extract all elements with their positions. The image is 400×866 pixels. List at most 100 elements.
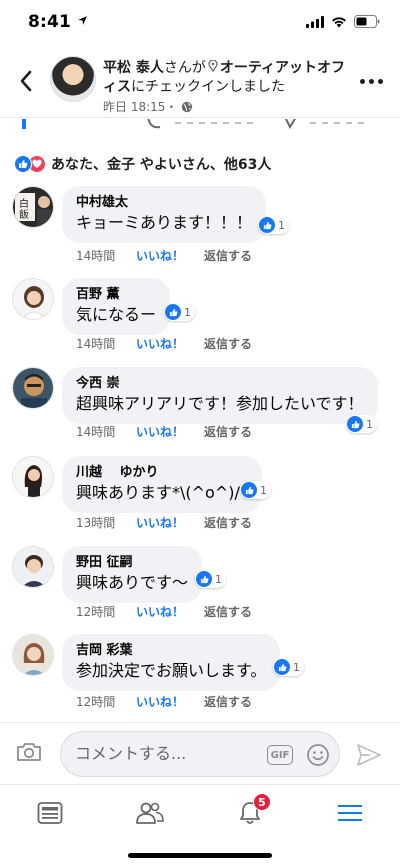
comment-actions: 12時間 いいね！ 返信する: [76, 693, 252, 710]
comment-text: キョーミあります！！！: [76, 213, 253, 232]
like-count: 1: [278, 218, 285, 232]
commenter-avatar[interactable]: [12, 634, 54, 676]
commenter-name[interactable]: 今西 崇: [76, 375, 364, 393]
commenter-avatar[interactable]: 白飯: [12, 186, 54, 228]
camera-button[interactable]: [16, 741, 42, 767]
comment-text: 興味あります*\(^o^)/*: [76, 483, 248, 502]
comment-actions: 12時間 いいね！ 返信する: [76, 603, 252, 620]
nav-news-feed[interactable]: [30, 793, 70, 833]
comment-bubble[interactable]: 中村雄太 キョーミあります！！！: [62, 186, 267, 243]
comment-reply-button[interactable]: 返信する: [204, 603, 252, 620]
commenter-name[interactable]: 吉岡 彩葉: [76, 642, 266, 660]
commenter-avatar[interactable]: [12, 367, 54, 409]
post-title: 平松 泰人さんが オーティアットオフィスにチェックインしました: [103, 59, 353, 97]
comment-like-count[interactable]: 1: [195, 570, 226, 588]
like-icon: [196, 571, 212, 587]
comment-like-count[interactable]: 1: [164, 303, 195, 321]
commenter-avatar[interactable]: [12, 278, 54, 320]
notification-badge: 5: [253, 793, 271, 811]
comment-bubble[interactable]: 川越 ゆかり 興味あります*\(^o^)/*: [62, 456, 262, 513]
dot-icon: [369, 78, 374, 84]
emoji-button[interactable]: [306, 743, 330, 771]
like-icon: [241, 482, 257, 498]
like-reaction-icon: [14, 155, 32, 173]
nav-friends[interactable]: [130, 793, 170, 833]
nav-menu[interactable]: [330, 793, 370, 833]
comment-like-button[interactable]: いいね！: [136, 335, 204, 352]
like-count: 1: [366, 417, 373, 431]
comment-like-count[interactable]: 1: [273, 658, 304, 676]
comment-text: 興味ありです〜: [76, 573, 189, 592]
author-avatar[interactable]: [50, 56, 96, 102]
comment-actions: 13時間 いいね！ 返信する: [76, 514, 252, 531]
reaction-summary-text: あなた、金子 やよいさん、他63人: [51, 157, 272, 173]
comment-item: 白飯 中村雄太 キョーミあります！！！ 1 14時間 いいね！ 返信する: [12, 186, 392, 270]
comment-like-button[interactable]: いいね！: [136, 603, 204, 620]
checkin-verb: さんが: [163, 60, 206, 76]
location-arrow-icon: [78, 16, 88, 25]
send-button[interactable]: [356, 743, 382, 771]
comment-item: 川越 ゆかり 興味あります*\(^o^)/* 1 13時間 いいね！ 返信する: [12, 456, 392, 540]
battery-icon: [354, 15, 380, 28]
commenter-name[interactable]: 中村雄太: [76, 194, 252, 212]
news-feed-icon: [37, 802, 63, 824]
comment-time: 12時間: [76, 605, 116, 619]
comment-like-count[interactable]: 1: [240, 481, 271, 499]
like-count: 1: [215, 572, 222, 586]
comment-bubble[interactable]: 野田 征嗣 興味ありです〜: [62, 546, 203, 603]
comment-like-count[interactable]: 1: [346, 415, 377, 433]
commenter-avatar[interactable]: [12, 546, 54, 588]
comment-like-count[interactable]: 1: [258, 216, 289, 234]
comment-bubble[interactable]: 吉岡 彩葉 参加決定でお願いします。: [62, 634, 281, 691]
location-pin-icon: [208, 59, 218, 73]
comment-like-button[interactable]: いいね！: [136, 693, 204, 710]
comment-composer: コメントする... GIF: [0, 722, 400, 784]
dot-icon: [360, 78, 365, 84]
comment-actions: 14時間 いいね！ 返信する: [76, 247, 252, 264]
comment-bubble[interactable]: 百野 薫 気になるー: [62, 278, 171, 335]
like-count: 1: [260, 483, 267, 497]
hamburger-menu-icon: [338, 805, 362, 821]
back-button[interactable]: [14, 66, 38, 96]
commenter-name[interactable]: 百野 薫: [76, 286, 156, 304]
comment-input[interactable]: コメントする...: [60, 731, 340, 777]
like-count: 1: [293, 660, 300, 674]
gif-button[interactable]: GIF: [267, 745, 293, 765]
checkin-text: にチェックインしました: [131, 79, 285, 95]
comment-text: 参加決定でお願いします。: [76, 661, 267, 680]
comment-like-button[interactable]: いいね！: [136, 247, 204, 264]
svg-text:飯: 飯: [19, 208, 29, 221]
status-icons: [306, 15, 380, 28]
like-icon: [165, 304, 181, 320]
bottom-nav: 5: [0, 784, 400, 866]
comment-like-button[interactable]: いいね！: [136, 423, 204, 440]
author-name[interactable]: 平松 泰人: [103, 60, 164, 76]
comment-text: 超興味アリアリです！参加したいです！: [76, 394, 364, 413]
dot-icon: [378, 78, 383, 84]
reaction-summary[interactable]: あなた、金子 やよいさん、他63人: [14, 154, 271, 174]
home-indicator[interactable]: [128, 853, 272, 858]
comment-reply-button[interactable]: 返信する: [204, 335, 252, 352]
post-meta: 昨日 18:15・: [103, 98, 193, 115]
nav-notifications[interactable]: 5: [230, 793, 271, 833]
svg-text:白: 白: [19, 197, 29, 210]
comment-bubble[interactable]: 今西 崇 超興味アリアリです！参加したいです！: [62, 367, 378, 424]
status-time: 8:41: [28, 12, 88, 32]
comment-item: 百野 薫 気になるー 1 14時間 いいね！ 返信する: [12, 278, 392, 362]
more-options-button[interactable]: [360, 76, 386, 86]
commenter-name[interactable]: 川越 ゆかり: [76, 464, 248, 482]
commenter-name[interactable]: 野田 征嗣: [76, 554, 188, 572]
cutoff-actions-icons: [22, 118, 370, 130]
comment-text: 気になるー: [76, 305, 157, 324]
like-icon: [347, 416, 363, 432]
comment-like-button[interactable]: いいね！: [136, 514, 204, 531]
comment-reply-button[interactable]: 返信する: [204, 514, 252, 531]
comment-reply-button[interactable]: 返信する: [204, 423, 252, 440]
comment-reply-button[interactable]: 返信する: [204, 247, 252, 264]
signal-icon: [306, 15, 324, 28]
post-actions-cutoff: [0, 118, 400, 132]
commenter-avatar[interactable]: [12, 456, 54, 498]
send-icon: [357, 744, 381, 766]
comment-reply-button[interactable]: 返信する: [204, 693, 252, 710]
camera-icon: [17, 743, 41, 761]
